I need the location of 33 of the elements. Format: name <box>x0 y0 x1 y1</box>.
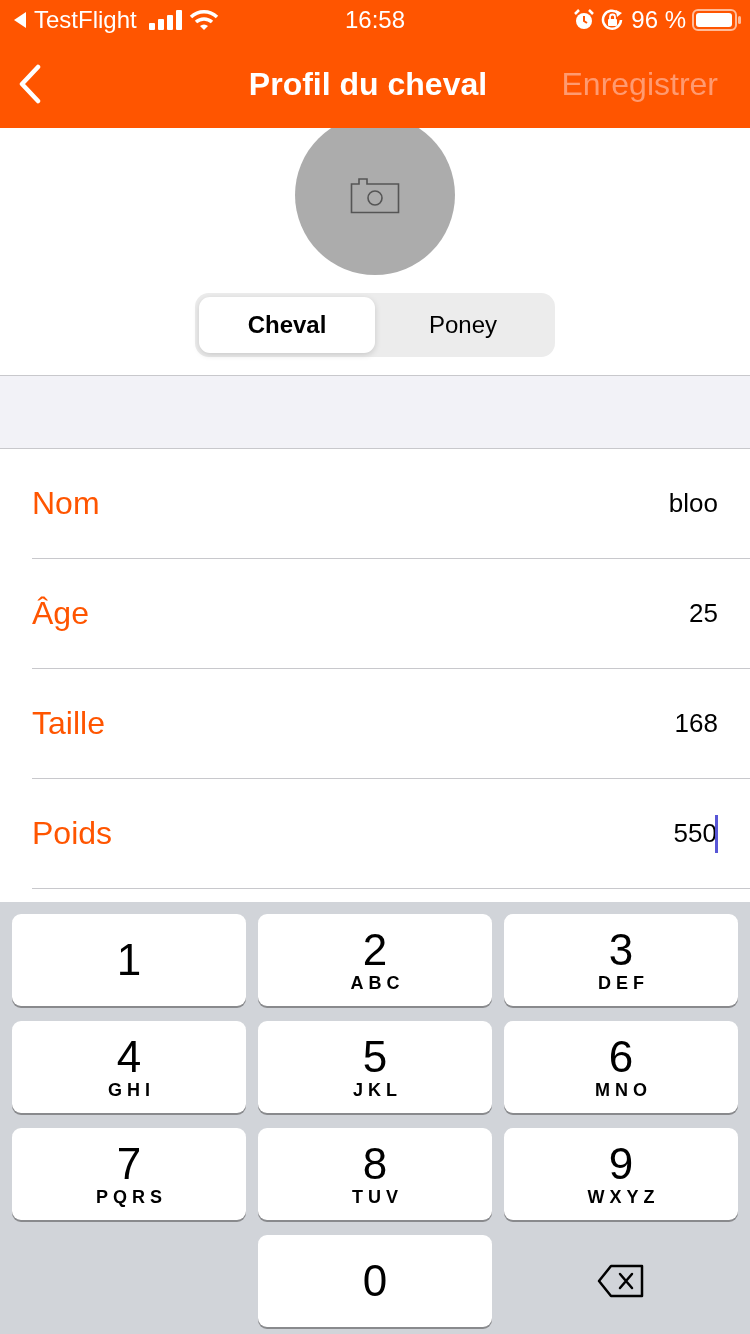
screen-title: Profil du cheval <box>248 65 488 103</box>
keypad-key[interactable]: 5 JKL <box>258 1021 492 1113</box>
keypad-key[interactable]: 2 ABC <box>258 914 492 1006</box>
keypad-key[interactable]: 4 GHI <box>12 1021 246 1113</box>
text-cursor <box>715 814 718 853</box>
camera-icon <box>350 178 400 214</box>
field-label: Taille <box>32 705 105 742</box>
input-field[interactable]: bloo <box>668 488 718 519</box>
signal-icon <box>148 10 183 30</box>
field-label: Poids <box>32 815 113 852</box>
input-field[interactable]: 168 <box>674 708 718 739</box>
input-field[interactable]: 25 <box>689 598 718 629</box>
keypad-key[interactable]: 3 DEF <box>504 914 738 1006</box>
keypad-key[interactable]: 8 TUV <box>258 1128 492 1220</box>
keypad-key[interactable]: 6 MNO <box>504 1021 738 1113</box>
battery-percentage: 96 % <box>631 6 686 34</box>
wifi-icon <box>188 9 219 31</box>
segment-tab[interactable]: Poney <box>375 297 551 353</box>
keypad-key[interactable]: 1 <box>12 914 246 1006</box>
field-label: Nom <box>32 485 100 522</box>
segment-tab[interactable]: Cheval <box>199 297 375 353</box>
delete-key-icon[interactable] <box>597 1264 645 1298</box>
input-field[interactable]: 550 <box>673 814 718 853</box>
back-chevron-icon[interactable] <box>18 64 42 104</box>
alarm-clock-icon <box>573 9 596 31</box>
keypad-key[interactable]: 9 WXYZ <box>504 1128 738 1220</box>
clock-time: 16:58 <box>343 6 407 34</box>
battery-icon <box>692 9 742 31</box>
photo-placeholder[interactable] <box>295 128 455 275</box>
keypad-key[interactable]: 7 PQRS <box>12 1128 246 1220</box>
back-triangle-icon[interactable] <box>12 11 28 29</box>
field-label: Âge <box>32 595 89 632</box>
keypad-key[interactable]: 0 <box>258 1235 492 1327</box>
